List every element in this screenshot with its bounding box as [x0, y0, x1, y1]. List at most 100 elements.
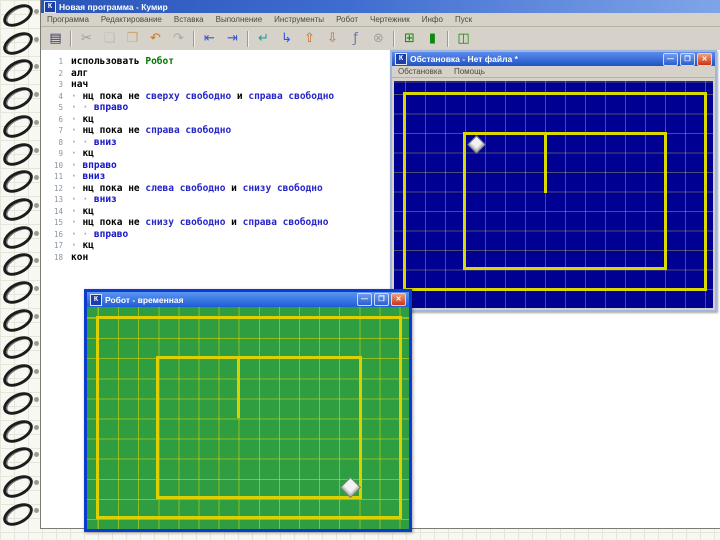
main-menubar: ПрограммаРедактированиеВставкаВыполнение… — [41, 13, 720, 27]
redo-icon[interactable]: ↷ — [167, 28, 190, 49]
code-token: вниз — [94, 137, 117, 149]
run-function-icon[interactable]: ƒ — [344, 28, 367, 49]
code-token: · — [71, 171, 82, 183]
menu-item[interactable]: Помощь — [448, 66, 491, 77]
minimize-button[interactable]: — — [357, 293, 372, 306]
code-token: нц пока не — [82, 183, 145, 195]
indent-right-icon[interactable]: ⇥ — [221, 28, 244, 49]
show-panel-icon[interactable]: ▮ — [421, 28, 444, 49]
menu-item[interactable]: Инструменты — [268, 14, 330, 25]
code-token: снизу свободно — [145, 217, 225, 229]
line-number: 15 — [41, 217, 71, 229]
save-icon[interactable]: ▤ — [44, 28, 67, 49]
code-token: · — [71, 206, 82, 218]
binding-hole — [34, 37, 39, 42]
code-token: · · — [71, 102, 94, 114]
code-token: и — [225, 217, 242, 229]
code-token: вправо — [94, 229, 128, 241]
maximize-button[interactable]: ❐ — [680, 53, 695, 66]
code-token: сверху свободно — [145, 91, 231, 103]
show-field-icon[interactable]: ⊞ — [398, 28, 421, 49]
binding-hole — [34, 258, 39, 263]
code-token: кц — [82, 206, 93, 218]
spiral-coil — [0, 138, 37, 170]
line-number: 8 — [41, 137, 71, 149]
toolbar-separator — [247, 31, 249, 47]
exit-icon[interactable]: ◫ — [452, 28, 475, 49]
paste-icon[interactable]: ❒ — [121, 28, 144, 49]
code-token: нач — [71, 79, 88, 91]
code-token: снизу свободно — [243, 183, 323, 195]
stop-icon[interactable]: ⊗ — [367, 28, 390, 49]
environment-field-canvas[interactable] — [394, 81, 713, 308]
code-token: использовать — [71, 56, 145, 68]
code-token: нц пока не — [82, 125, 145, 137]
binding-hole — [34, 9, 39, 14]
screenshot-root: { "main_window": { "title": "Новая прогр… — [0, 0, 720, 540]
binding-hole — [34, 92, 39, 97]
maximize-button[interactable]: ❐ — [374, 293, 389, 306]
menu-item[interactable]: Чертежник — [364, 14, 416, 25]
robot-titlebar[interactable]: К Робот - временная —❐✕ — [87, 292, 409, 307]
close-button[interactable]: ✕ — [697, 53, 712, 66]
menu-item[interactable]: Выполнение — [210, 14, 269, 25]
binding-hole — [34, 397, 39, 402]
menu-item[interactable]: Программа — [41, 14, 95, 25]
menu-item[interactable]: Пуск — [449, 14, 478, 25]
code-token: слева свободно — [145, 183, 225, 195]
menu-item[interactable]: Редактирование — [95, 14, 168, 25]
line-number: 10 — [41, 160, 71, 172]
binding-hole — [34, 480, 39, 485]
cut-icon[interactable]: ✂ — [75, 28, 98, 49]
copy-icon[interactable]: ❏ — [98, 28, 121, 49]
code-token: · · — [71, 194, 94, 206]
code-token: · — [71, 240, 82, 252]
step-over-icon[interactable]: ⇧ — [298, 28, 321, 49]
undo-icon[interactable]: ↶ — [144, 28, 167, 49]
robot-field-canvas[interactable] — [87, 307, 409, 529]
spiral-coil — [0, 83, 37, 115]
code-token: нц пока не — [82, 91, 145, 103]
spiral-binding — [0, 0, 44, 540]
spiral-coil — [0, 415, 37, 447]
code-token: кон — [71, 252, 88, 264]
menu-item[interactable]: Инфо — [416, 14, 449, 25]
code-token: · — [71, 160, 82, 172]
menu-item[interactable]: Вставка — [168, 14, 210, 25]
line-number: 1 — [41, 56, 71, 68]
toolbar-separator — [193, 31, 195, 47]
spiral-coil — [0, 55, 37, 87]
binding-hole — [34, 508, 39, 513]
line-number: 17 — [41, 240, 71, 252]
code-token: справа свободно — [248, 91, 334, 103]
environment-titlebar[interactable]: К Обстановка - Нет файла * —❐✕ — [392, 52, 715, 66]
menu-item[interactable]: Робот — [330, 14, 364, 25]
code-token: справа свободно — [243, 217, 329, 229]
code-token: · — [71, 114, 82, 126]
menu-item[interactable]: Обстановка — [392, 66, 448, 77]
toolbar-separator — [447, 31, 449, 47]
run-continuous-icon[interactable]: ↵ — [252, 28, 275, 49]
code-token: справа свободно — [145, 125, 231, 137]
code-token: и — [231, 91, 248, 103]
minimize-button[interactable]: — — [663, 53, 678, 66]
indent-left-icon[interactable]: ⇤ — [198, 28, 221, 49]
close-button[interactable]: ✕ — [391, 293, 406, 306]
line-number: 14 — [41, 206, 71, 218]
step-into-icon[interactable]: ↳ — [275, 28, 298, 49]
code-token: кц — [82, 148, 93, 160]
main-titlebar[interactable]: К Новая программа - Кумир — [41, 0, 720, 13]
kumir-app-icon: К — [44, 1, 56, 13]
code-token: · — [71, 183, 82, 195]
binding-hole — [34, 64, 39, 69]
spiral-coil — [0, 193, 37, 225]
main-window-title: Новая программа - Кумир — [59, 2, 168, 12]
step-out-icon[interactable]: ⇩ — [321, 28, 344, 49]
spiral-coil — [0, 221, 37, 253]
binding-hole — [34, 341, 39, 346]
binding-hole — [34, 369, 39, 374]
code-token: вниз — [94, 194, 117, 206]
code-token: алг — [71, 68, 88, 80]
robot-window-icon: К — [90, 294, 102, 306]
line-number: 16 — [41, 229, 71, 241]
